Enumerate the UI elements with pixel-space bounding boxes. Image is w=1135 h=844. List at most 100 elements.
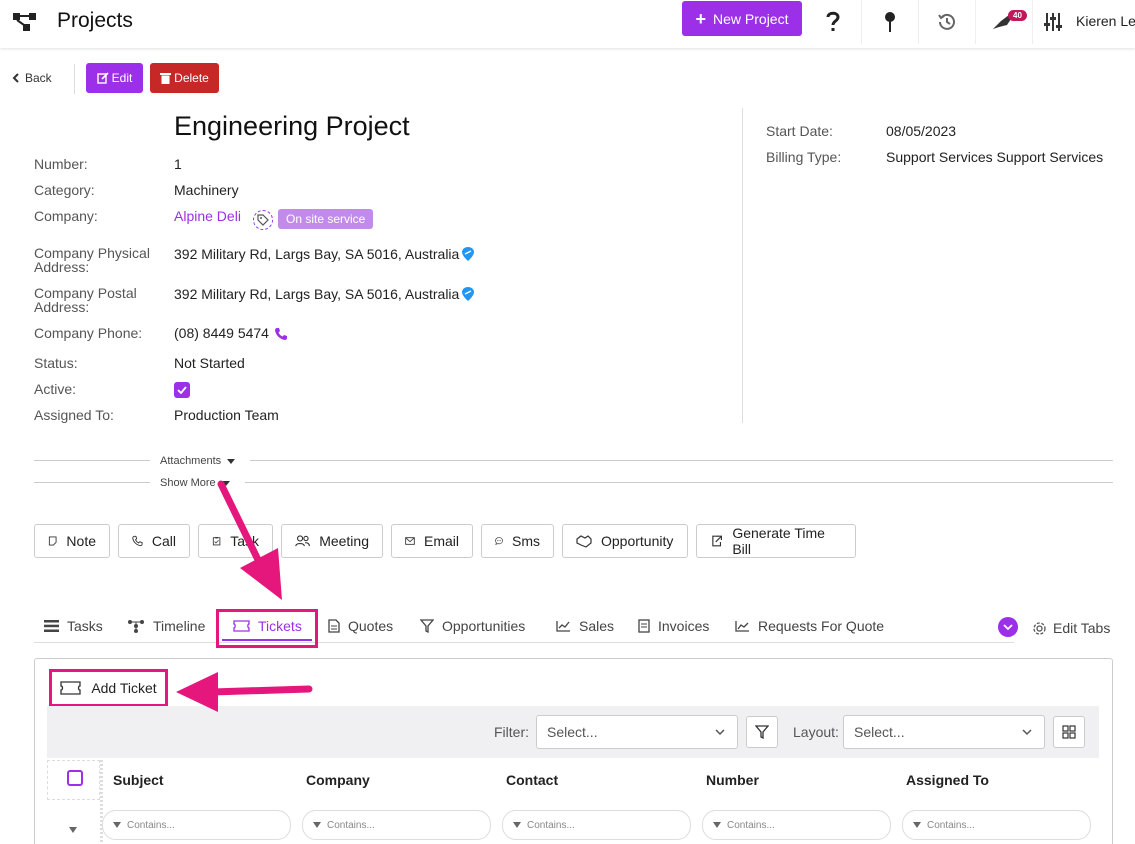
opportunity-button[interactable]: Opportunity: [562, 524, 688, 558]
active-checkbox[interactable]: [174, 382, 190, 398]
app-logo-icon[interactable]: [12, 11, 38, 33]
number-filter-input[interactable]: Contains...: [702, 810, 891, 840]
export-icon: [712, 535, 722, 547]
back-label: Back: [25, 71, 52, 85]
billing-type-link[interactable]: Support Services Support Services: [886, 149, 1103, 165]
layout-grid-button[interactable]: [1053, 716, 1085, 748]
chevron-left-icon: [12, 73, 19, 83]
tab-sales[interactable]: Sales: [556, 618, 614, 634]
list-icon: [44, 620, 59, 632]
layout-label: Layout:: [793, 724, 839, 740]
help-icon[interactable]: [805, 0, 861, 44]
tabs-divider: [34, 642, 1014, 643]
sms-label: Sms: [512, 533, 540, 549]
layout-select[interactable]: Select...: [843, 715, 1045, 749]
phone-label: Company Phone:: [34, 325, 143, 341]
edit-tabs-button[interactable]: Edit Tabs: [1032, 620, 1110, 636]
app-title: Projects: [57, 9, 133, 32]
tab-timeline[interactable]: Timeline: [127, 618, 205, 634]
number-label: Number:: [34, 156, 88, 172]
pin-icon[interactable]: [861, 0, 917, 44]
envelope-icon: [405, 537, 415, 545]
category-value: Machinery: [174, 182, 239, 198]
row-filter-icon[interactable]: [69, 820, 77, 836]
meeting-button[interactable]: Meeting: [281, 524, 383, 558]
sms-button[interactable]: Sms: [481, 524, 554, 558]
funnel-icon: [713, 822, 721, 828]
tab-quotes[interactable]: Quotes: [328, 618, 393, 634]
more-tabs-button[interactable]: [998, 617, 1018, 637]
phone-icon: [132, 535, 143, 547]
column-header-assigned-to[interactable]: Assigned To: [906, 772, 989, 788]
tab-sales-label: Sales: [579, 618, 615, 634]
new-project-label: New Project: [713, 10, 789, 27]
subject-filter-input[interactable]: Contains...: [102, 810, 291, 840]
physical-address-value: 392 Military Rd, Largs Bay, SA 5016, Aus…: [174, 246, 460, 262]
filter-icon: [420, 619, 434, 633]
map-pin-icon[interactable]: [461, 286, 475, 305]
back-button[interactable]: Back: [12, 71, 52, 85]
invoice-icon: [638, 619, 650, 633]
call-button[interactable]: Call: [118, 524, 190, 558]
status-value: Not Started: [174, 355, 245, 371]
tag-icon[interactable]: [253, 210, 273, 230]
settings-sliders-icon[interactable]: [1032, 0, 1072, 44]
filter-label: Filter:: [494, 724, 529, 740]
column-header-contact[interactable]: Contact: [506, 772, 558, 788]
email-label: Email: [423, 533, 459, 549]
billing-type-label: Billing Type:: [766, 149, 842, 165]
tab-tasks[interactable]: Tasks: [44, 618, 103, 634]
tab-requests-for-quote[interactable]: Requests For Quote: [735, 618, 884, 634]
chevron-down-icon: [715, 728, 725, 735]
generate-time-bill-button[interactable]: Generate Time Bill: [696, 524, 856, 558]
column-header-subject[interactable]: Subject: [113, 772, 164, 788]
tickets-tab-highlight: [216, 609, 318, 648]
layout-select-value: Select...: [854, 724, 905, 740]
plus-icon: +: [695, 8, 707, 29]
divider: [250, 460, 1113, 461]
add-ticket-button[interactable]: Add Ticket: [49, 669, 168, 707]
edit-button[interactable]: Edit: [86, 63, 143, 93]
column-header-number[interactable]: Number: [706, 772, 759, 788]
tab-requests-for-quote-label: Requests For Quote: [758, 618, 885, 634]
start-date-label: Start Date:: [766, 123, 833, 139]
history-icon[interactable]: [918, 0, 974, 44]
funnel-icon: [113, 822, 121, 828]
note-label: Note: [66, 533, 96, 549]
category-label: Category:: [34, 182, 95, 198]
divider: [34, 482, 150, 483]
chart-icon: [556, 621, 570, 632]
physical-address-label: Company Physical Address:: [34, 245, 150, 275]
company-filter-input[interactable]: Contains...: [302, 810, 491, 840]
subject-filter-placeholder: Contains...: [127, 819, 175, 831]
assigned-to-filter-input[interactable]: Contains...: [902, 810, 1091, 840]
tab-opportunities[interactable]: Opportunities: [420, 618, 525, 634]
delete-button[interactable]: Delete: [150, 63, 219, 93]
add-ticket-label: Add Ticket: [91, 680, 157, 696]
new-project-button[interactable]: + New Project: [682, 1, 802, 36]
tab-tasks-label: Tasks: [67, 618, 103, 634]
active-label: Active:: [34, 381, 77, 397]
grid-icon: [1062, 725, 1076, 739]
attachments-toggle[interactable]: Attachments: [160, 455, 236, 467]
show-more-label: Show More: [160, 477, 216, 489]
note-button[interactable]: Note: [34, 524, 110, 558]
meeting-label: Meeting: [319, 533, 369, 549]
contact-filter-input[interactable]: Contains...: [502, 810, 691, 840]
apply-filter-button[interactable]: [746, 716, 778, 748]
user-menu[interactable]: Kieren Le C: [1076, 13, 1135, 29]
tab-invoices[interactable]: Invoices: [638, 618, 709, 634]
bird-notifications-icon[interactable]: [975, 0, 1031, 44]
select-all-checkbox[interactable]: [67, 770, 83, 786]
company-link[interactable]: Alpine Deli: [174, 208, 241, 224]
email-button[interactable]: Email: [391, 524, 473, 558]
filter-select[interactable]: Select...: [536, 715, 738, 749]
divider: [245, 482, 1113, 483]
map-pin-icon[interactable]: [461, 246, 475, 265]
column-header-company[interactable]: Company: [306, 772, 370, 788]
phone-call-icon[interactable]: [274, 327, 288, 344]
show-more-toggle[interactable]: Show More: [160, 477, 230, 489]
tab-invoices-label: Invoices: [658, 618, 710, 634]
task-button[interactable]: Task: [198, 524, 273, 558]
ticket-icon: [60, 681, 81, 695]
